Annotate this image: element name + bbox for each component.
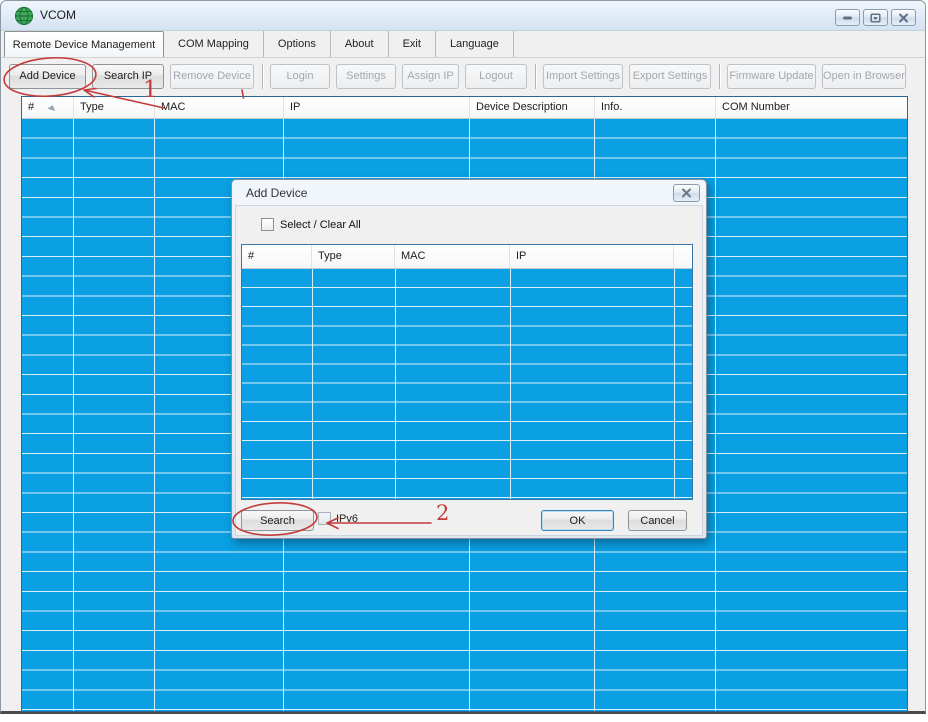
column-header-device-description[interactable]: Device Description (470, 97, 595, 118)
select-all-checkbox[interactable] (261, 218, 274, 231)
ipv6-label: IPv6 (336, 512, 359, 525)
assign-ip-button[interactable]: Assign IP (402, 63, 459, 89)
column-header-ip[interactable]: IP (510, 245, 674, 268)
open-in-browser-button[interactable]: Open in Browser (822, 63, 906, 89)
search-ip-button[interactable]: Search IP (92, 63, 164, 89)
import-settings-button[interactable]: Import Settings (543, 63, 623, 89)
ipv6-checkbox[interactable] (318, 512, 331, 525)
sort-indicator-icon (47, 103, 57, 112)
maximize-icon (870, 12, 881, 23)
toolbar-separator (719, 63, 721, 89)
ok-button[interactable]: OK (541, 510, 614, 531)
column-header-com-number[interactable]: COM Number (716, 97, 907, 118)
tab-com-mapping[interactable]: COM Mapping (164, 31, 264, 57)
window-title: VCOM (40, 8, 76, 22)
column-header-type[interactable]: Type (312, 245, 395, 268)
device-table-header: # Type MAC IP Device Description Info. C… (22, 97, 907, 119)
firmware-update-button[interactable]: Firmware Update (727, 63, 816, 89)
dialog-title: Add Device (246, 186, 308, 200)
minimize-icon (843, 16, 852, 20)
tab-remote-device-management[interactable]: Remote Device Management (4, 31, 164, 57)
window-controls (835, 9, 916, 26)
login-button[interactable]: Login (270, 63, 330, 89)
ipv6-row: IPv6 (318, 512, 358, 525)
dialog-device-table: # Type MAC IP (241, 244, 693, 500)
column-header-mac[interactable]: MAC (155, 97, 284, 118)
search-button[interactable]: Search (241, 510, 314, 531)
app-window: VCOM Remote Device Management COM Mappin… (0, 0, 926, 714)
maximize-button[interactable] (863, 9, 888, 26)
add-device-button[interactable]: Add Device (9, 63, 86, 89)
dialog-table-header: # Type MAC IP (242, 245, 692, 269)
column-header-mac[interactable]: MAC (395, 245, 510, 268)
close-icon (899, 13, 908, 22)
globe-icon (14, 6, 34, 26)
tab-language[interactable]: Language (436, 31, 514, 57)
select-all-row: Select / Clear All (261, 218, 361, 231)
column-header-spacer (674, 245, 692, 268)
minimize-button[interactable] (835, 9, 860, 26)
dialog-content: Select / Clear All # Type MAC IP Search … (235, 205, 703, 536)
column-header-ip[interactable]: IP (284, 97, 470, 118)
logout-button[interactable]: Logout (465, 63, 527, 89)
toolbar: Add Device Search IP Remove Device Login… (1, 58, 925, 94)
column-header-number[interactable]: # (242, 245, 312, 268)
titlebar: VCOM (1, 1, 925, 31)
tab-about[interactable]: About (331, 31, 389, 57)
cancel-button[interactable]: Cancel (628, 510, 687, 531)
tab-exit[interactable]: Exit (389, 31, 436, 57)
dialog-table-body[interactable] (242, 269, 692, 499)
close-button[interactable] (891, 9, 916, 26)
toolbar-separator (262, 63, 264, 89)
column-header-info[interactable]: Info. (595, 97, 716, 118)
add-device-dialog: Add Device Select / Clear All # Type MAC… (231, 179, 707, 539)
toolbar-separator (535, 63, 537, 89)
close-icon (682, 188, 691, 198)
tab-options[interactable]: Options (264, 31, 331, 57)
settings-button[interactable]: Settings (336, 63, 396, 89)
column-header-type[interactable]: Type (74, 97, 155, 118)
dialog-close-button[interactable] (673, 184, 700, 202)
export-settings-button[interactable]: Export Settings (629, 63, 711, 89)
select-all-label: Select / Clear All (280, 218, 361, 231)
remove-device-button[interactable]: Remove Device (170, 63, 254, 89)
column-header-number[interactable]: # (22, 97, 74, 118)
tab-bar: Remote Device Management COM Mapping Opt… (1, 31, 925, 58)
